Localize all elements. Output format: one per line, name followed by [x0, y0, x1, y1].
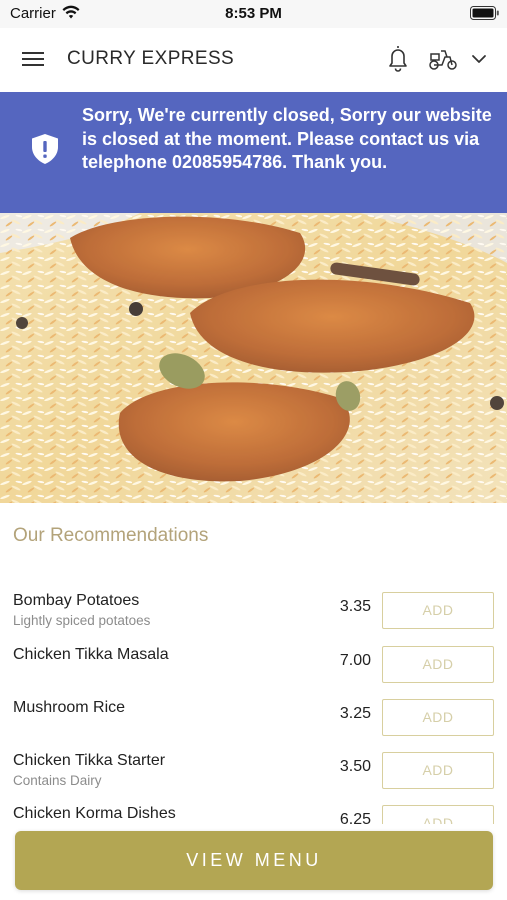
bell-icon[interactable]: [386, 44, 410, 72]
item-price: 3.50: [339, 758, 371, 775]
item-name: Chicken Tikka Starter: [13, 752, 166, 769]
shield-icon: [32, 134, 58, 164]
add-button[interactable]: ADD: [382, 699, 494, 736]
item-description: Contains Dairy: [13, 773, 102, 788]
item-price: 7.00: [339, 652, 371, 669]
closed-notice-text: Sorry, We're currently closed, Sorry our…: [82, 105, 492, 172]
add-button[interactable]: ADD: [382, 592, 494, 629]
item-name: Chicken Tikka Masala: [13, 646, 169, 663]
menu-icon[interactable]: [22, 49, 46, 69]
section-title-recommendations: Our Recommendations: [13, 525, 209, 546]
item-price: 3.35: [339, 598, 371, 615]
add-button[interactable]: ADD: [382, 805, 494, 824]
battery-icon: [470, 6, 499, 20]
status-bar: Carrier 8:53 PM: [0, 0, 507, 28]
status-time: 8:53 PM: [225, 5, 282, 22]
list-item: Chicken Tikka Masala 7.00 ADD: [0, 646, 507, 699]
app-header: CURRY EXPRESS: [0, 28, 507, 92]
add-button[interactable]: ADD: [382, 646, 494, 683]
list-item: Chicken Korma Dishes 6.25 ADD: [0, 805, 507, 824]
item-description: Lightly spiced potatoes: [13, 613, 151, 628]
list-item: Mushroom Rice 3.25 ADD: [0, 699, 507, 752]
item-name: Bombay Potatoes: [13, 592, 140, 609]
list-item: Bombay Potatoes Lightly spiced potatoes …: [0, 592, 507, 645]
item-name: Mushroom Rice: [13, 699, 126, 716]
add-button[interactable]: ADD: [382, 752, 494, 789]
chevron-down-icon[interactable]: [471, 51, 487, 67]
scooter-icon[interactable]: [428, 47, 458, 71]
app-title: CURRY EXPRESS: [67, 48, 235, 69]
item-price: 6.25: [339, 811, 371, 824]
item-price: 3.25: [339, 705, 371, 722]
biryani-photo: [0, 213, 507, 503]
list-item: Chicken Tikka Starter Contains Dairy 3.5…: [0, 752, 507, 805]
recommendations-list: Bombay Potatoes Lightly spiced potatoes …: [0, 570, 507, 824]
item-name: Chicken Korma Dishes: [13, 805, 176, 822]
view-menu-button[interactable]: VIEW MENU: [15, 831, 493, 890]
closed-notice-banner: Sorry, We're currently closed, Sorry our…: [0, 92, 507, 213]
